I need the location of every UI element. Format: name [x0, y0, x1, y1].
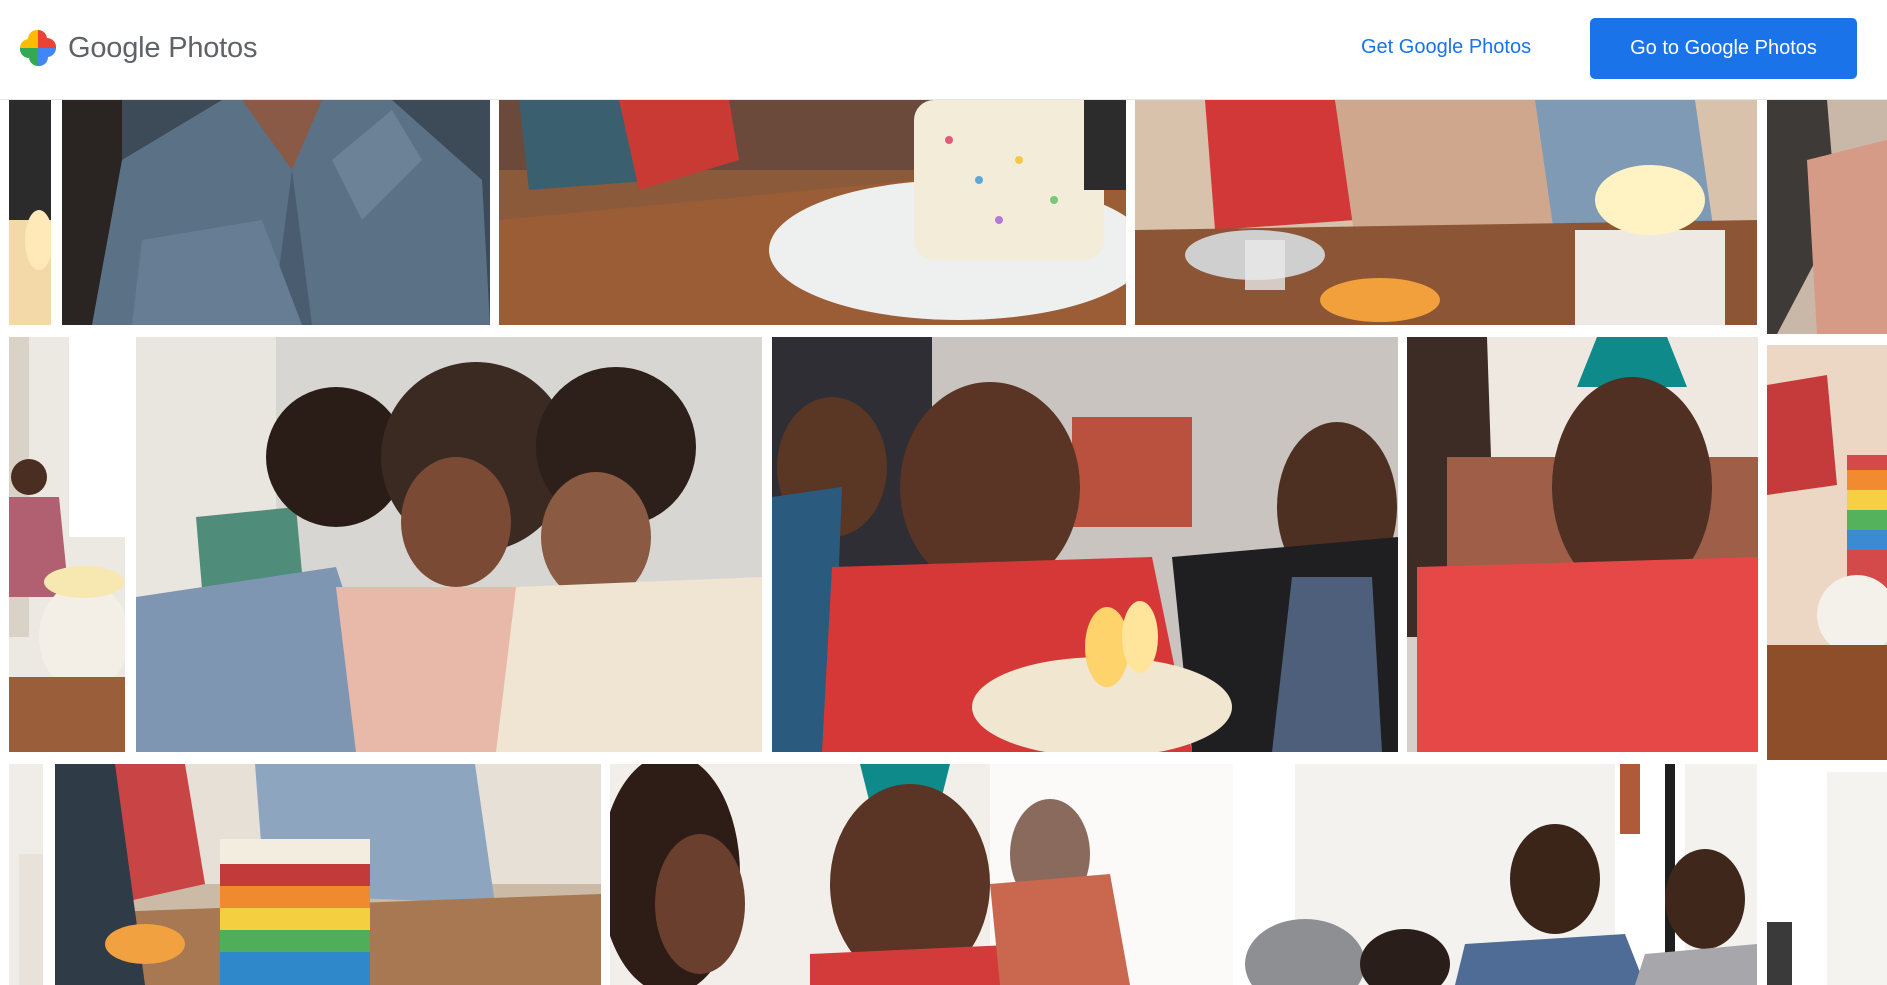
photo-tile-edge-strip[interactable]	[9, 764, 43, 985]
photo-tile-rainbow-cake-slice[interactable]	[55, 764, 601, 985]
photo-tile-girl-in-kitchen[interactable]	[9, 337, 125, 752]
photo-tile-sprinkle-cake-on-table[interactable]	[499, 100, 1126, 325]
photo-tile-person-denim-shirt[interactable]	[62, 100, 490, 325]
google-photos-logo[interactable]: Google Photos	[18, 28, 257, 68]
get-google-photos-link[interactable]: Get Google Photos	[1361, 36, 1531, 59]
photo-tile-edge-strip-right[interactable]	[1767, 772, 1887, 985]
photo-tile-family-at-table[interactable]	[1245, 764, 1757, 985]
photo-grid	[0, 100, 1887, 985]
photo-tile-boy-party-hat-profile[interactable]	[610, 764, 1233, 985]
photo-tile-smiling-boy-party-hat[interactable]	[1407, 337, 1758, 752]
photo-tile-rainbow-cake-edge[interactable]	[1767, 345, 1887, 760]
photo-tile-edge-strip[interactable]	[9, 100, 51, 325]
photo-tile-boy-blowing-candles[interactable]	[772, 337, 1398, 752]
pinwheel-logo-icon	[18, 28, 58, 68]
logo-brand-word: Google	[68, 31, 161, 64]
photo-tile-laughing-girls[interactable]	[136, 337, 762, 752]
photo-tile-edge-strip-right[interactable]	[1767, 100, 1887, 334]
app-header: Google Photos Get Google Photos Go to Go…	[0, 0, 1887, 100]
photo-tile-table-with-candles-cake[interactable]	[1135, 100, 1757, 325]
logo-wordmark: Google Photos	[68, 32, 257, 65]
logo-product-word: Photos	[168, 31, 258, 64]
go-to-google-photos-button[interactable]: Go to Google Photos	[1590, 18, 1857, 79]
